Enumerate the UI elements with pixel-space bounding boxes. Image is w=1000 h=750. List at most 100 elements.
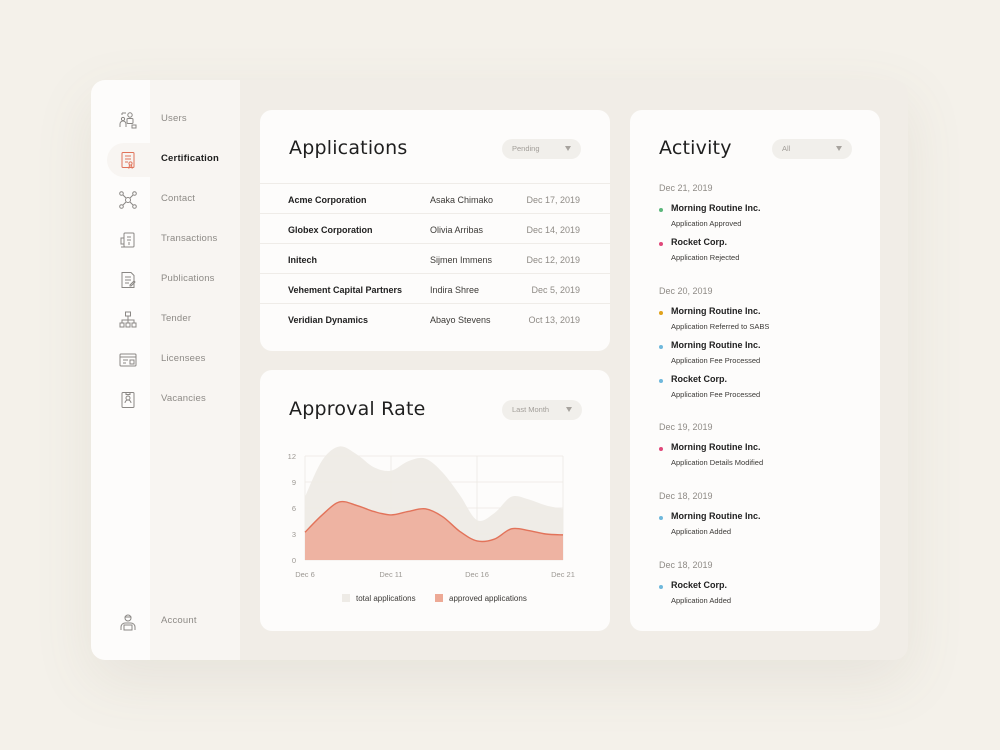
application-date: Dec 5, 2019 bbox=[531, 285, 580, 295]
sidebar-item-account[interactable]: Account bbox=[91, 602, 240, 642]
list-item[interactable]: Morning Routine Inc. Application Added bbox=[659, 511, 859, 541]
activity-status: Application Rejected bbox=[671, 253, 740, 262]
contact-name: Abayo Stevens bbox=[430, 315, 491, 325]
contact-network-icon bbox=[118, 190, 138, 210]
list-item[interactable]: Rocket Corp. Application Fee Processed bbox=[659, 374, 859, 404]
sidebar-item-licensees[interactable]: Licensees bbox=[91, 340, 240, 380]
list-item[interactable]: Morning Routine Inc. Application Fee Pro… bbox=[659, 340, 859, 370]
dropdown-value: All bbox=[782, 144, 791, 153]
activity-status: Application Details Modified bbox=[671, 458, 764, 467]
y-tick-label: 9 bbox=[292, 478, 296, 487]
activity-company: Morning Routine Inc. bbox=[671, 511, 761, 521]
list-item[interactable]: Morning Routine Inc. Application Approve… bbox=[659, 203, 859, 233]
status-dot bbox=[659, 379, 663, 383]
x-tick-label: Dec 16 bbox=[465, 570, 489, 579]
company-name: Globex Corporation bbox=[288, 225, 373, 235]
sidebar-item-label: Users bbox=[161, 113, 187, 124]
x-tick-label: Dec 11 bbox=[379, 570, 402, 579]
sidebar-item-label: Vacancies bbox=[161, 393, 206, 404]
application-date: Dec 12, 2019 bbox=[526, 255, 580, 265]
list-item[interactable]: Rocket Corp. Application Added bbox=[659, 580, 859, 610]
status-dot bbox=[659, 345, 663, 349]
activity-card: Activity All Dec 21, 2019 Morning Routin… bbox=[630, 110, 880, 631]
status-dot bbox=[659, 208, 663, 212]
sidebar-item-tender[interactable]: Tender bbox=[91, 300, 240, 340]
approval-rate-card: Approval Rate Last Month 0 3 6 9 12 Dec 6 Dec… bbox=[260, 370, 610, 631]
table-row[interactable]: Veridian Dynamics Abayo Stevens Oct 13, … bbox=[260, 303, 610, 333]
company-name: Vehement Capital Partners bbox=[288, 285, 403, 295]
vacancies-icon bbox=[118, 390, 138, 410]
legend-label: approved applications bbox=[449, 594, 527, 603]
activity-status: Application Approved bbox=[671, 219, 742, 228]
list-item[interactable]: Morning Routine Inc. Application Details… bbox=[659, 442, 859, 472]
sidebar-item-label: Tender bbox=[161, 313, 192, 324]
status-dot bbox=[659, 242, 663, 246]
sidebar-item-label: Publications bbox=[161, 273, 215, 284]
status-dot bbox=[659, 585, 663, 589]
activity-title: Activity bbox=[659, 137, 732, 159]
activity-status: Application Fee Processed bbox=[671, 356, 761, 365]
activity-date: Dec 20, 2019 bbox=[659, 286, 713, 296]
activity-date: Dec 19, 2019 bbox=[659, 422, 713, 432]
activity-company: Rocket Corp. bbox=[671, 237, 728, 247]
list-item[interactable]: Rocket Corp. Application Rejected bbox=[659, 237, 859, 267]
sidebar-item-label: Contact bbox=[161, 193, 196, 204]
chevron-down-icon bbox=[836, 146, 842, 151]
activity-date: Dec 18, 2019 bbox=[659, 560, 713, 570]
sidebar-item-certification[interactable]: Certification bbox=[91, 140, 240, 180]
certificate-icon bbox=[118, 150, 138, 170]
legend-approved: approved applications bbox=[435, 594, 527, 603]
y-tick-label: 0 bbox=[292, 556, 296, 565]
sidebar-item-label: Account bbox=[161, 615, 197, 626]
application-date: Oct 13, 2019 bbox=[528, 315, 580, 325]
table-row[interactable]: Initech Sijmen Immens Dec 12, 2019 bbox=[260, 243, 610, 273]
sidebar-item-vacancies[interactable]: Vacancies bbox=[91, 380, 240, 420]
applications-title: Applications bbox=[289, 137, 408, 159]
y-tick-label: 12 bbox=[288, 452, 296, 461]
activity-status: Application Added bbox=[671, 596, 732, 605]
activity-status: Application Added bbox=[671, 527, 732, 536]
legend-swatch bbox=[342, 594, 350, 602]
activity-company: Morning Routine Inc. bbox=[671, 442, 761, 452]
tender-hierarchy-icon bbox=[118, 310, 138, 330]
company-name: Veridian Dynamics bbox=[288, 315, 369, 325]
status-dot bbox=[659, 516, 663, 520]
chevron-down-icon bbox=[565, 146, 571, 151]
table-row[interactable]: Vehement Capital Partners Indira Shree D… bbox=[260, 273, 610, 303]
dropdown-value: Pending bbox=[512, 144, 540, 153]
sidebar-item-contact[interactable]: Contact bbox=[91, 180, 240, 220]
y-tick-label: 6 bbox=[292, 504, 296, 513]
activity-company: Morning Routine Inc. bbox=[671, 203, 761, 213]
status-dot bbox=[659, 311, 663, 315]
account-avatar-icon bbox=[118, 612, 138, 632]
activity-company: Morning Routine Inc. bbox=[671, 340, 761, 350]
y-tick-label: 3 bbox=[292, 530, 296, 539]
legend-total: total applications bbox=[342, 594, 416, 603]
licensees-icon bbox=[118, 350, 138, 370]
x-tick-label: Dec 21 bbox=[551, 570, 575, 579]
table-row[interactable]: Globex Corporation Olivia Arribas Dec 14… bbox=[260, 213, 610, 243]
approval-rate-chart: 0 3 6 9 12 Dec 6 Dec 11 Dec 16 Dec 21 bbox=[288, 446, 575, 579]
sidebar-item-users[interactable]: Users bbox=[91, 100, 240, 140]
application-date: Dec 17, 2019 bbox=[526, 195, 580, 205]
x-tick-label: Dec 6 bbox=[295, 570, 315, 579]
sidebar-item-label: Certification bbox=[161, 153, 220, 164]
sidebar-item-label: Transactions bbox=[161, 233, 218, 244]
sidebar-item-publications[interactable]: Publications bbox=[91, 260, 240, 300]
applications-card: Applications Pending Acme Corporation As… bbox=[260, 110, 610, 351]
activity-date: Dec 18, 2019 bbox=[659, 491, 713, 501]
contact-name: Asaka Chimako bbox=[430, 195, 494, 205]
transactions-icon bbox=[118, 230, 138, 250]
activity-filter-dropdown[interactable]: All bbox=[772, 139, 852, 159]
applications-filter-dropdown[interactable]: Pending bbox=[502, 139, 581, 159]
activity-status: Application Fee Processed bbox=[671, 390, 761, 399]
list-item[interactable]: Morning Routine Inc. Application Referre… bbox=[659, 306, 859, 336]
activity-date: Dec 21, 2019 bbox=[659, 183, 713, 193]
activity-company: Morning Routine Inc. bbox=[671, 306, 761, 316]
legend-label: total applications bbox=[356, 594, 416, 603]
contact-name: Olivia Arribas bbox=[430, 225, 484, 235]
contact-name: Indira Shree bbox=[430, 285, 480, 295]
contact-name: Sijmen Immens bbox=[430, 255, 493, 265]
table-row[interactable]: Acme Corporation Asaka Chimako Dec 17, 2… bbox=[260, 183, 610, 213]
sidebar-item-transactions[interactable]: Transactions bbox=[91, 220, 240, 260]
